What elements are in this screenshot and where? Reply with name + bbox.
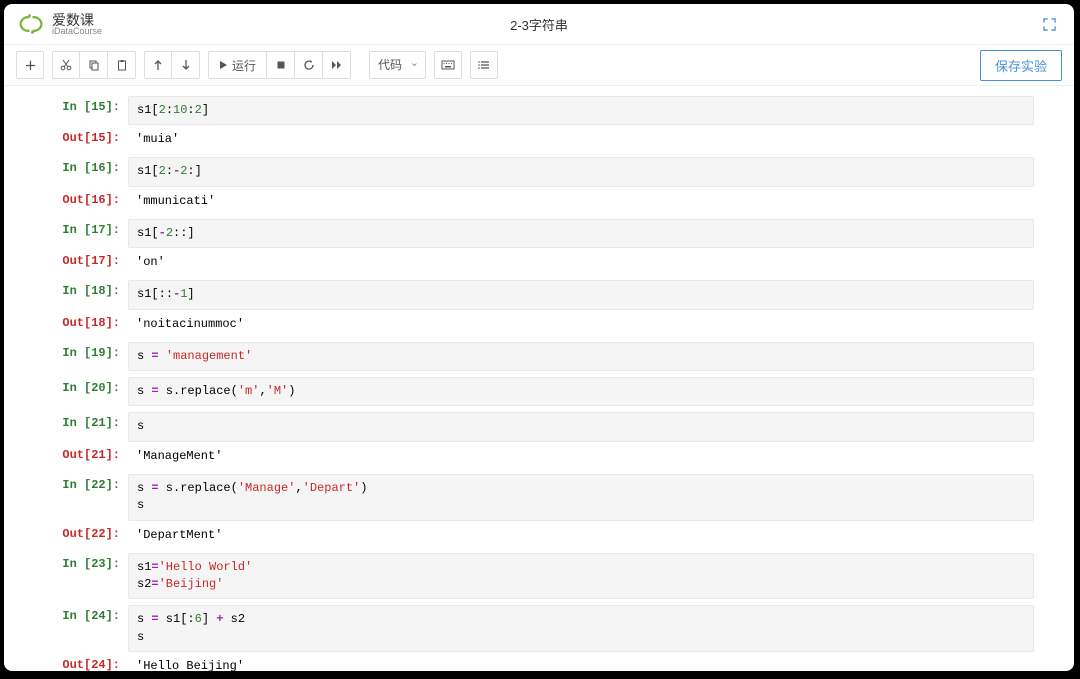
cell-output: Out[18]:'noitacinummoc' [14, 312, 1034, 336]
output-text: 'mmunicati' [128, 189, 1034, 213]
output-text: 'muia' [128, 127, 1034, 151]
code-input[interactable]: s1[::-1] [128, 280, 1034, 309]
cell-input[interactable]: In [15]:s1[2:10:2] [14, 96, 1034, 125]
in-prompt: In [19]: [14, 342, 128, 371]
output-text: 'DepartMent' [128, 523, 1034, 547]
out-prompt: Out[17]: [14, 250, 128, 274]
code-input[interactable]: s = s1[:6] + s2 s [128, 605, 1034, 652]
code-input[interactable]: s1[2:-2:] [128, 157, 1034, 186]
in-prompt: In [16]: [14, 157, 128, 186]
in-prompt: In [21]: [14, 412, 128, 441]
cell-input[interactable]: In [24]:s = s1[:6] + s2 s [14, 605, 1034, 652]
in-prompt: In [20]: [14, 377, 128, 406]
cell-input[interactable]: In [19]:s = 'management' [14, 342, 1034, 371]
in-prompt: In [17]: [14, 219, 128, 248]
toolbar: 运行 代码 保存实验 [4, 44, 1074, 86]
in-prompt: In [22]: [14, 474, 128, 521]
in-prompt: In [24]: [14, 605, 128, 652]
code-input[interactable]: s1[2:10:2] [128, 96, 1034, 125]
output-text: 'on' [128, 250, 1034, 274]
code-input[interactable]: s = s.replace('m','M') [128, 377, 1034, 406]
cell-input[interactable]: In [16]:s1[2:-2:] [14, 157, 1034, 186]
in-prompt: In [18]: [14, 280, 128, 309]
restart-button[interactable] [295, 51, 323, 79]
out-prompt: Out[24]: [14, 654, 128, 671]
move-up-button[interactable] [144, 51, 172, 79]
out-prompt: Out[21]: [14, 444, 128, 468]
code-input[interactable]: s = s.replace('Manage','Depart') s [128, 474, 1034, 521]
keyboard-button[interactable] [434, 51, 462, 79]
cell-input[interactable]: In [23]:s1='Hello World' s2='Beijing' [14, 553, 1034, 600]
code-input[interactable]: s [128, 412, 1034, 441]
add-cell-button[interactable] [16, 51, 44, 79]
logo-main-text: 爱数课 [52, 13, 102, 27]
logo: 爱数课 iDataCourse [16, 12, 102, 36]
copy-button[interactable] [80, 51, 108, 79]
page-title: 2-3字符串 [510, 15, 568, 34]
stop-button[interactable] [267, 51, 295, 79]
logo-sub-text: iDataCourse [52, 27, 102, 36]
cell-output: Out[22]:'DepartMent' [14, 523, 1034, 547]
code-input[interactable]: s1='Hello World' s2='Beijing' [128, 553, 1034, 600]
cell-input[interactable]: In [18]:s1[::-1] [14, 280, 1034, 309]
run-label: 运行 [232, 57, 256, 74]
cell-input[interactable]: In [17]:s1[-2::] [14, 219, 1034, 248]
in-prompt: In [15]: [14, 96, 128, 125]
in-prompt: In [23]: [14, 553, 128, 600]
output-text: 'ManageMent' [128, 444, 1034, 468]
code-input[interactable]: s1[-2::] [128, 219, 1034, 248]
cut-button[interactable] [52, 51, 80, 79]
move-down-button[interactable] [172, 51, 200, 79]
save-experiment-button[interactable]: 保存实验 [980, 50, 1062, 81]
celltype-select-wrap[interactable]: 代码 [369, 51, 426, 79]
fast-forward-button[interactable] [323, 51, 351, 79]
output-text: 'noitacinummoc' [128, 312, 1034, 336]
out-prompt: Out[18]: [14, 312, 128, 336]
celltype-select[interactable]: 代码 [369, 51, 426, 79]
run-button[interactable]: 运行 [208, 51, 267, 79]
cell-input[interactable]: In [20]:s = s.replace('m','M') [14, 377, 1034, 406]
cell-output: Out[16]:'mmunicati' [14, 189, 1034, 213]
cell-output: Out[15]:'muia' [14, 127, 1034, 151]
out-prompt: Out[22]: [14, 523, 128, 547]
expand-icon[interactable] [1043, 18, 1056, 31]
app-window: 爱数课 iDataCourse 2-3字符串 运行 代码 [4, 4, 1074, 671]
cell-input[interactable]: In [21]:s [14, 412, 1034, 441]
list-button[interactable] [470, 51, 498, 79]
header: 爱数课 iDataCourse 2-3字符串 [4, 4, 1074, 44]
out-prompt: Out[15]: [14, 127, 128, 151]
notebook-area[interactable]: In [15]:s1[2:10:2]Out[15]:'muia'In [16]:… [4, 86, 1074, 671]
cell-input[interactable]: In [22]:s = s.replace('Manage','Depart')… [14, 474, 1034, 521]
code-input[interactable]: s = 'management' [128, 342, 1034, 371]
logo-icon [16, 12, 46, 36]
cell-output: Out[17]:'on' [14, 250, 1034, 274]
cell-output: Out[24]:'Hello Beijing' [14, 654, 1034, 671]
out-prompt: Out[16]: [14, 189, 128, 213]
paste-button[interactable] [108, 51, 136, 79]
cell-output: Out[21]:'ManageMent' [14, 444, 1034, 468]
output-text: 'Hello Beijing' [128, 654, 1034, 671]
